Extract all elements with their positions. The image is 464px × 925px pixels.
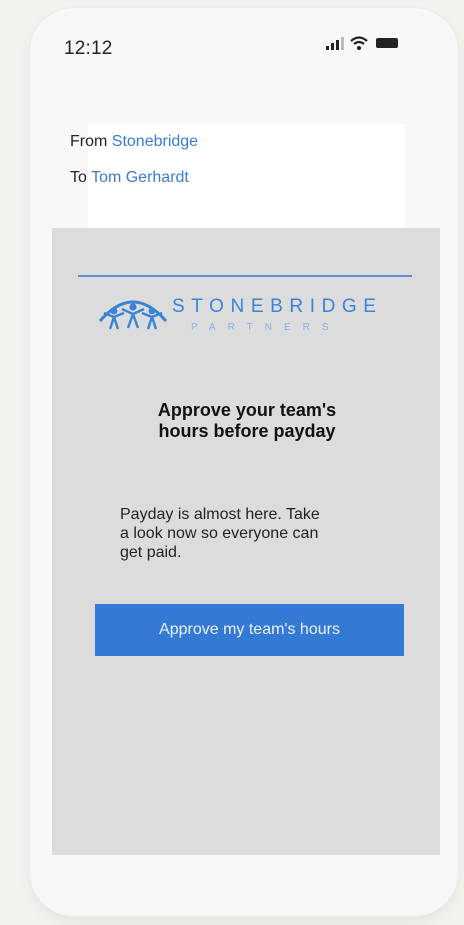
to-label: To <box>70 169 87 186</box>
recipient-link[interactable]: Tom Gerhardt <box>91 169 189 186</box>
people-arch-icon <box>98 300 168 330</box>
status-bar: 12:12 <box>30 8 458 88</box>
from-label: From <box>70 133 108 150</box>
stonebridge-logo: STONEBRIDGE PARTNERS <box>96 291 396 339</box>
from-line: From Stonebridge <box>70 133 198 151</box>
phone-frame: 12:12 From Stonebridge To Tom Gerhardt S… <box>30 8 458 916</box>
logo-wordmark: STONEBRIDGE <box>172 296 383 317</box>
email-paragraph: Payday is almost here. Take a look now s… <box>120 505 390 562</box>
wifi-icon <box>350 36 368 50</box>
logo-subtitle: PARTNERS <box>191 322 341 333</box>
email-body: STONEBRIDGE PARTNERS Approve your team's… <box>52 228 440 855</box>
email-headline: Approve your team's hours before payday <box>92 400 402 442</box>
to-line: To Tom Gerhardt <box>70 169 189 187</box>
paragraph-line: a look now so everyone can <box>120 525 319 542</box>
status-time: 12:12 <box>64 38 113 59</box>
paragraph-line: get paid. <box>120 544 182 561</box>
headline-line: hours before payday <box>158 421 336 441</box>
headline-line: Approve your team's <box>157 400 337 420</box>
paragraph-line: Payday is almost here. Take <box>120 506 320 523</box>
approve-hours-button[interactable]: Approve my team's hours <box>95 604 404 656</box>
battery-icon <box>376 38 398 48</box>
sender-link[interactable]: Stonebridge <box>112 133 198 150</box>
header-divider <box>78 275 412 277</box>
signal-icon <box>326 37 344 50</box>
